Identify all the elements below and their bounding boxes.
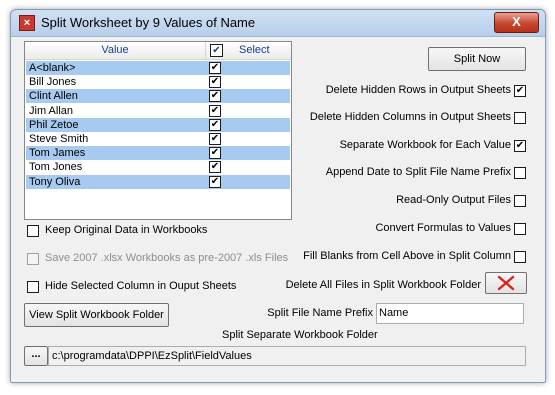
- close-button[interactable]: X: [494, 12, 539, 33]
- list-item-checkbox[interactable]: ✔: [209, 104, 221, 117]
- list-item-checkbox[interactable]: ✔: [209, 62, 221, 74]
- option-checkbox[interactable]: ✔: [514, 140, 526, 152]
- keep-original-checkbox[interactable]: [27, 225, 39, 237]
- app-x-icon: ×: [19, 15, 35, 31]
- red-x-icon: [497, 275, 515, 291]
- prefix-label: Split File Name Prefix: [267, 307, 373, 319]
- option-label: Convert Formulas to Values: [375, 222, 511, 234]
- option-label: Fill Blanks from Cell Above in Split Col…: [303, 250, 511, 262]
- list-item-value: Phil Zetoe: [29, 118, 79, 131]
- hide-column-label: Hide Selected Column in Ouput Sheets: [45, 280, 237, 292]
- list-item[interactable]: A<blank> ✔: [26, 61, 290, 75]
- hide-column-checkbox[interactable]: [27, 281, 39, 293]
- list-item-value: Tom Jones: [29, 161, 83, 174]
- split-now-button[interactable]: Split Now: [428, 47, 526, 71]
- keep-original-label: Keep Original Data in Workbooks: [45, 224, 208, 236]
- browse-folder-button[interactable]: ...: [24, 346, 48, 366]
- list-item-checkbox[interactable]: ✔: [209, 90, 221, 103]
- list-item-checkbox[interactable]: ✔: [209, 175, 221, 188]
- list-item-value: Tom James: [29, 147, 86, 160]
- option-label: Read-Only Output Files: [396, 194, 511, 206]
- list-item-value: Tony Oliva: [29, 175, 81, 188]
- title-bar: × Split Worksheet by 9 Values of Name X: [11, 10, 545, 37]
- list-item-checkbox[interactable]: ✔: [209, 161, 221, 174]
- list-item[interactable]: Tom Jones ✔: [26, 160, 290, 174]
- window-title: Split Worksheet by 9 Values of Name: [41, 15, 256, 30]
- list-item-value: Clint Allen: [29, 90, 78, 103]
- option-checkbox[interactable]: [514, 251, 526, 263]
- option-checkbox[interactable]: [514, 223, 526, 235]
- list-item-value: Steve Smith: [29, 133, 89, 145]
- folder-label: Split Separate Workbook Folder: [222, 329, 378, 341]
- folder-path-field[interactable]: c:\programdata\DPPI\EzSplit\FieldValues: [48, 346, 526, 366]
- list-item-value: A<blank>: [29, 62, 76, 74]
- select-header-label: Select: [239, 44, 270, 56]
- option-checkbox[interactable]: [514, 112, 526, 124]
- list-item-value: Bill Jones: [29, 76, 77, 89]
- split-worksheet-dialog: × Split Worksheet by 9 Values of Name X …: [10, 9, 546, 383]
- option-label: Append Date to Split File Name Prefix: [325, 166, 511, 178]
- column-header-value[interactable]: Value: [25, 42, 206, 59]
- option-checkbox[interactable]: ✔: [514, 85, 526, 97]
- list-item-checkbox[interactable]: ✔: [209, 147, 221, 160]
- prefix-input[interactable]: Name: [376, 303, 524, 324]
- list-item[interactable]: Steve Smith ✔: [26, 132, 290, 146]
- values-list[interactable]: Value ✔ Select A<blank> ✔ Bill Jones ✔ Clint…: [24, 41, 292, 220]
- column-header-select[interactable]: ✔ Select: [207, 42, 291, 59]
- delete-all-files-button[interactable]: [485, 272, 527, 294]
- option-checkbox[interactable]: [514, 167, 526, 179]
- list-item-value: Jim Allan: [29, 104, 74, 117]
- view-split-folder-button[interactable]: View Split Workbook Folder: [24, 303, 169, 327]
- list-item[interactable]: Phil Zetoe ✔: [26, 117, 290, 132]
- save-2007-label: Save 2007 .xlsx Workbooks as pre-2007 .x…: [45, 252, 289, 264]
- select-all-checkbox[interactable]: ✔: [210, 44, 223, 57]
- list-item-checkbox[interactable]: ✔: [209, 133, 221, 145]
- list-item-checkbox[interactable]: ✔: [209, 76, 221, 89]
- list-item-checkbox[interactable]: ✔: [209, 118, 221, 131]
- option-checkbox[interactable]: [514, 195, 526, 207]
- delete-all-files-label: Delete All Files in Split Workbook Folde…: [285, 279, 481, 291]
- option-label: Delete Hidden Rows in Output Sheets: [325, 84, 511, 96]
- save-2007-checkbox: [27, 253, 39, 265]
- list-item[interactable]: Tom James ✔: [26, 146, 290, 161]
- option-label: Delete Hidden Columns in Output Sheets: [309, 111, 511, 123]
- list-header: Value ✔ Select: [25, 42, 291, 60]
- option-label: Separate Workbook for Each Value: [339, 139, 511, 151]
- list-item[interactable]: Clint Allen ✔: [26, 89, 290, 104]
- list-item[interactable]: Bill Jones ✔: [26, 75, 290, 89]
- list-item[interactable]: Jim Allan ✔: [26, 104, 290, 118]
- list-item[interactable]: Tony Oliva ✔: [26, 174, 290, 189]
